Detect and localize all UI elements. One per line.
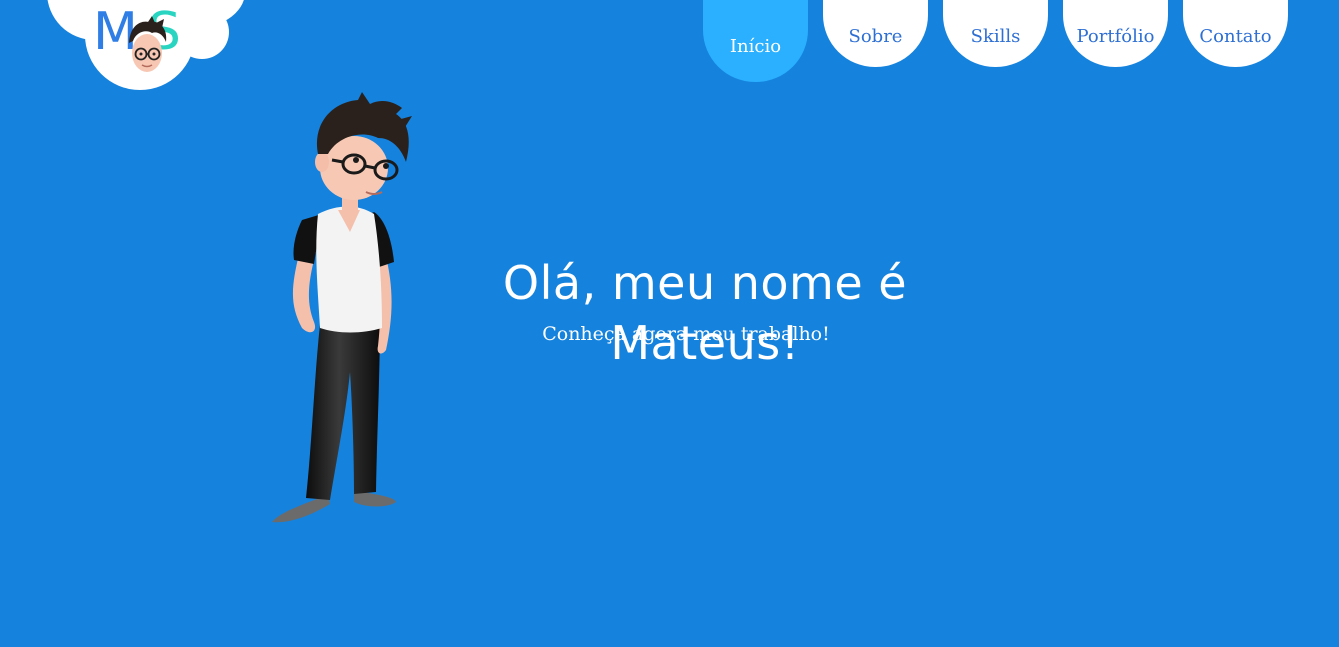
- nav-item-sobre[interactable]: Sobre: [823, 0, 928, 67]
- main-navigation: Início Sobre Skills Portfólio Contato: [703, 0, 1288, 82]
- nav-item-label: Sobre: [848, 26, 903, 47]
- nav-item-label: Início: [729, 35, 782, 57]
- nav-item-label: Portfólio: [1076, 26, 1155, 47]
- nav-item-skills[interactable]: Skills: [943, 0, 1048, 67]
- nav-item-label: Contato: [1199, 26, 1272, 47]
- nav-item-inicio[interactable]: Início: [703, 0, 808, 82]
- cartoon-face-with-glasses-icon: [129, 16, 167, 72]
- nav-item-label: Skills: [970, 26, 1021, 47]
- nav-item-portfolio[interactable]: Portfólio: [1063, 0, 1168, 67]
- nav-item-contato[interactable]: Contato: [1183, 0, 1288, 67]
- cartoon-boy-character-illustration: [272, 92, 412, 523]
- site-logo[interactable]: MS: [0, 0, 260, 100]
- hero-title: Olá, meu nome é Mateus!: [502, 256, 908, 370]
- hero-subtitle: Conheça agora meu trabalho!: [542, 323, 830, 345]
- logo-cloud-part: [175, 5, 229, 59]
